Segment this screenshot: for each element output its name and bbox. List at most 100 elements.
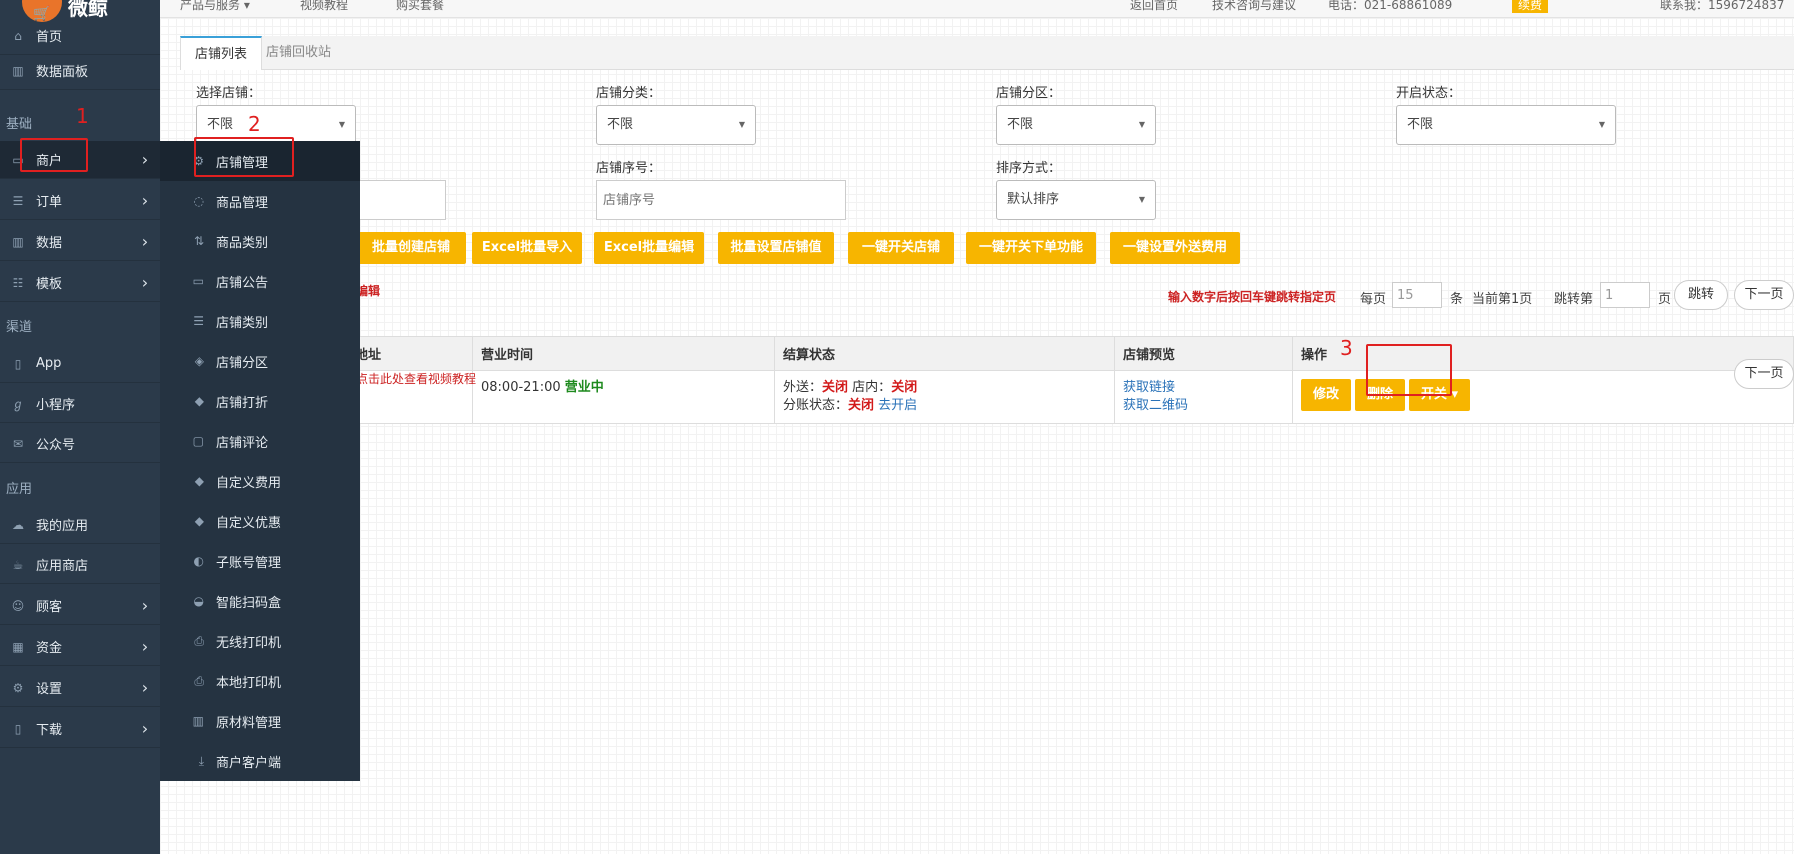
filter-zone-select[interactable]: 不限 <box>996 105 1156 145</box>
submenu-item-product-category[interactable]: ⇅ 商品类别 <box>160 221 360 261</box>
excel-edit-button[interactable]: Excel批量编辑 <box>594 232 704 264</box>
sidebar: 🛒 微鲸 ⌂ 首页 ▥ 数据面板 基础 ▭ 商户 › ☰ 订单 › ▥ 数据 › ☷ 模板 › 渠道… <box>0 0 160 854</box>
sidebar-item-data[interactable]: ▥ 数据 › <box>0 223 160 261</box>
section-app: 应用 <box>6 482 33 497</box>
topbar-buy-link[interactable]: 购买套餐 <box>396 0 444 13</box>
filter-category-label: 店铺分类： <box>596 86 662 101</box>
batch-set-shop-value-button[interactable]: 批量设置店铺值 <box>718 232 834 264</box>
get-link-link[interactable]: 获取链接 <box>1123 380 1175 395</box>
jump-page-input[interactable] <box>1600 282 1650 308</box>
phone-icon: ▯ <box>14 721 22 736</box>
jump-button[interactable]: 跳转 <box>1674 280 1728 310</box>
video-tutorial-link[interactable]: 点击此处查看视频教程 <box>356 370 476 387</box>
topbar-contact: 联系我：1596724837 <box>1660 0 1785 12</box>
topbar-phone: 电话：021-68861089 <box>1328 0 1453 12</box>
hours-value: 08:00-21:00 <box>481 380 561 395</box>
submenu-item-custom-fee[interactable]: ◆ 自定义费用 <box>160 461 360 501</box>
submenu-item-local-printer[interactable]: ⎙ 本地打印机 <box>160 661 360 701</box>
phone-icon: ▯ <box>14 356 22 371</box>
sidebar-item-dashboard[interactable]: ▥ 数据面板 <box>0 52 160 90</box>
cell-settlement: 外送：关闭 店内：关闭 分账状态：关闭 去开启 <box>774 370 1115 424</box>
download-icon: ⤓ <box>198 753 204 768</box>
submenu-item-custom-discount[interactable]: ◆ 自定义优惠 <box>160 501 360 541</box>
sidebar-item-download[interactable]: ▯ 下载 › <box>0 710 160 748</box>
tab-shop-recycle-bin[interactable]: 店铺回收站 <box>252 36 345 70</box>
filter-status-select[interactable]: 不限 <box>1396 105 1616 145</box>
sidebar-item-home[interactable]: ⌂ 首页 <box>0 17 160 55</box>
sidebar-item-my-apps[interactable]: ☁ 我的应用 <box>0 506 160 544</box>
submenu-item-subaccount[interactable]: ◐ 子账号管理 <box>160 541 360 581</box>
tab-shop-list[interactable]: 店铺列表 <box>180 36 263 70</box>
excel-import-button[interactable]: Excel批量导入 <box>472 232 582 264</box>
sidebar-item-official-account[interactable]: ✉ 公众号 <box>0 425 160 463</box>
topbar-support-link[interactable]: 技术咨询与建议 <box>1212 0 1296 13</box>
edit-button[interactable]: 修改 <box>1301 379 1352 411</box>
list-icon: ☰ <box>193 314 204 328</box>
section-channel: 渠道 <box>6 320 33 335</box>
shop-table: 店铺地址 营业时间 结算状态 店铺预览 操作 四川 08:00-21:00 营业… <box>320 336 1794 424</box>
per-page-input[interactable] <box>1392 282 1442 308</box>
tag-icon: ◆ <box>194 394 204 408</box>
shop-serial-input[interactable] <box>596 180 846 220</box>
get-qrcode-link[interactable]: 获取二维码 <box>1123 398 1188 413</box>
submenu-label: 自定义费用 <box>216 475 282 491</box>
submenu-item-shop-notice[interactable]: ▭ 店铺公告 <box>160 261 360 301</box>
leaf-icon: ◌ <box>193 194 204 208</box>
home-icon: ⌂ <box>14 28 22 43</box>
topbar-renew-badge[interactable]: 续费 <box>1512 0 1549 13</box>
topbar-home-link[interactable]: 返回首页 <box>1130 0 1178 13</box>
next-page-button-bottom[interactable]: 下一页 <box>1734 359 1794 389</box>
chart-icon: ▥ <box>192 714 204 728</box>
submenu-label: 自定义优惠 <box>216 515 282 531</box>
column-header-preview: 店铺预览 <box>1114 336 1293 371</box>
sidebar-item-miniapp[interactable]: ℊ 小程序 <box>0 385 160 423</box>
next-page-button[interactable]: 下一页 <box>1734 280 1794 310</box>
enable-split-link[interactable]: 去开启 <box>878 398 917 413</box>
submenu-label: 店铺公告 <box>216 275 269 291</box>
toggle-ordering-button[interactable]: 一键开关下单功能 <box>966 232 1096 264</box>
card-icon: ▭ <box>192 274 204 288</box>
filter-category-select[interactable]: 不限 <box>596 105 756 145</box>
filter-zone-label: 店铺分区： <box>996 86 1062 101</box>
gear-icon: ⚙ <box>12 680 24 695</box>
sidebar-item-app[interactable]: ▯ App <box>0 345 160 383</box>
printer-icon: ⎙ <box>194 633 204 648</box>
annotation-box-3 <box>1366 344 1452 396</box>
submenu-item-product-management[interactable]: ◌ 商品管理 <box>160 181 360 221</box>
submenu-item-merchant-client[interactable]: ⤓ 商户客户端 <box>160 741 360 781</box>
submenu-item-shop-discount[interactable]: ◆ 店铺打折 <box>160 381 360 421</box>
merchant-submenu: ⚙ 店铺管理 ◌ 商品管理 ⇅ 商品类别 ▭ 店铺公告 ☰ 店铺类别 ◈ 店铺分区 ◆ 店铺打… <box>160 141 360 781</box>
submenu-label: 店铺类别 <box>216 315 269 331</box>
set-delivery-fee-button[interactable]: 一键设置外送费用 <box>1110 232 1240 264</box>
chevron-right-icon: › <box>141 273 149 292</box>
submenu-label: 商户客户端 <box>216 755 282 771</box>
submenu-item-scan-box[interactable]: ◒ 智能扫码盒 <box>160 581 360 621</box>
sidebar-item-orders[interactable]: ☰ 订单 › <box>0 182 160 220</box>
shield-icon: ◐ <box>193 554 204 568</box>
toggle-shops-button[interactable]: 一键开关店铺 <box>848 232 954 264</box>
chevron-right-icon: › <box>141 150 149 169</box>
table-header-row: 店铺地址 营业时间 结算状态 店铺预览 操作 <box>320 336 1794 371</box>
sort-icon: ⇅ <box>193 234 204 248</box>
submenu-item-shop-review[interactable]: ▢ 店铺评论 <box>160 421 360 461</box>
submenu-item-materials[interactable]: ▥ 原材料管理 <box>160 701 360 741</box>
sidebar-item-funds[interactable]: ▦ 资金 › <box>0 628 160 666</box>
submenu-item-shop-zone[interactable]: ◈ 店铺分区 <box>160 341 360 381</box>
filter-status-label: 开启状态： <box>1396 86 1462 101</box>
open-status-badge: 营业中 <box>564 380 604 395</box>
sidebar-item-templates[interactable]: ☷ 模板 › <box>0 264 160 302</box>
filter-serial-label: 店铺序号： <box>596 161 662 176</box>
topbar-products-link[interactable]: 产品与服务 ▾ <box>180 0 250 13</box>
sidebar-item-customers[interactable]: ☺ 顾客 › <box>0 587 160 625</box>
table-row: 四川 08:00-21:00 营业中 外送：关闭 店内：关闭 分账状态：关闭 去… <box>320 370 1794 424</box>
batch-create-shop-button[interactable]: 批量创建店铺 <box>356 232 466 264</box>
sidebar-item-settings[interactable]: ⚙ 设置 › <box>0 669 160 707</box>
submenu-item-shop-category[interactable]: ☰ 店铺类别 <box>160 301 360 341</box>
topbar-video-link[interactable]: 视频教程 <box>300 0 348 13</box>
submenu-item-wireless-printer[interactable]: ⎙ 无线打印机 <box>160 621 360 661</box>
miniapp-icon: ℊ <box>11 397 24 411</box>
sidebar-item-app-store[interactable]: ☕ 应用商店 <box>0 546 160 584</box>
sort-select[interactable]: 默认排序 <box>996 180 1156 220</box>
annotation-number-3: 3 <box>1340 336 1353 360</box>
page-unit: 页 <box>1658 292 1672 307</box>
